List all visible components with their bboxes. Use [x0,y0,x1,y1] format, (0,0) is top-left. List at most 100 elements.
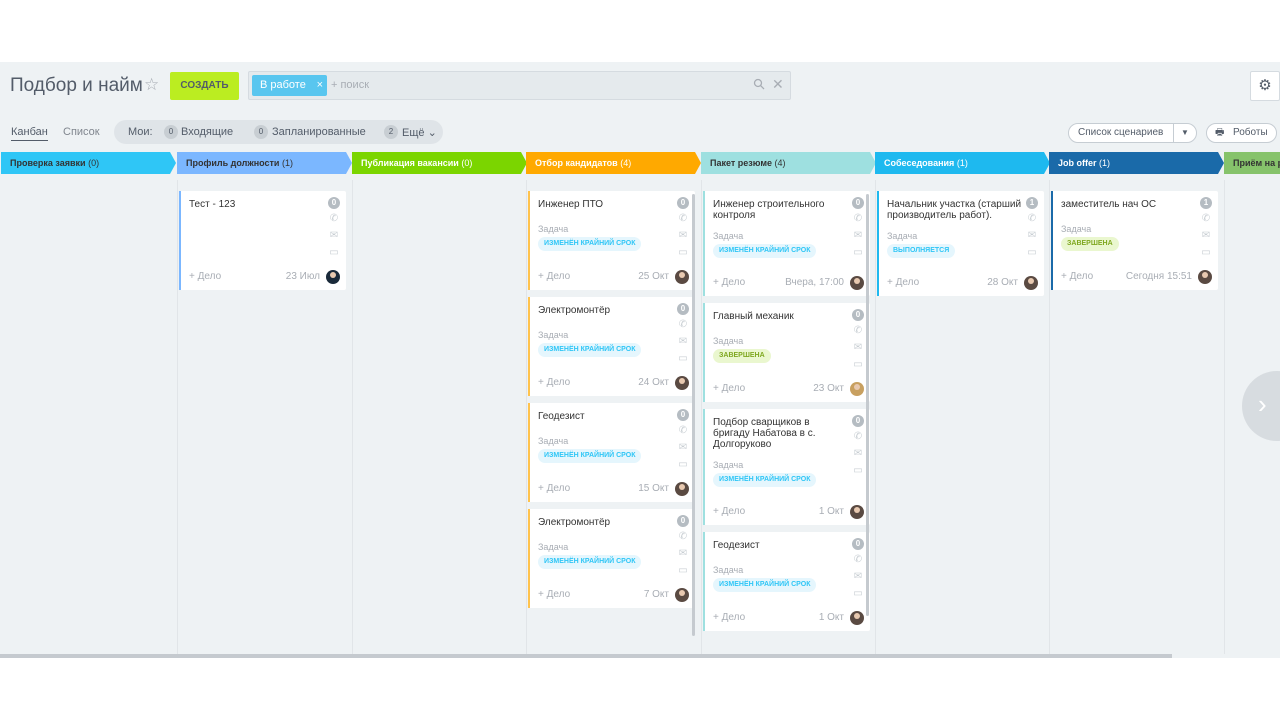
add-activity-link[interactable]: + Дело [538,271,570,282]
robots-button[interactable]: 🖶 Роботы [1206,123,1277,143]
deal-card[interactable]: Геодезист Задача ИЗМЕНЁН КРАЙНИЙ СРОК 0 … [528,403,695,502]
phone-icon[interactable]: ✆ [852,431,864,448]
mail-icon[interactable]: ✉ [852,448,864,465]
add-activity-link[interactable]: + Дело [189,271,221,282]
mail-icon[interactable]: ✉ [328,230,340,247]
card-title[interactable]: Подбор сварщиков в бригаду Набатова в с.… [713,417,848,450]
avatar[interactable] [850,505,864,519]
deal-card[interactable]: Главный механик Задача ЗАВЕРШЕНА 0 ✆ ✉ ▭ +… [703,303,870,402]
chat-icon[interactable]: ▭ [677,353,689,370]
phone-icon[interactable]: ✆ [852,325,864,342]
avatar[interactable] [326,270,340,284]
chat-icon[interactable]: ▭ [852,588,864,605]
column-header-hiring[interactable]: Приём на р [1224,152,1280,174]
chat-icon[interactable]: ▭ [677,565,689,582]
search-bar[interactable]: В работе × + поиск ✕ [248,71,791,100]
add-activity-link[interactable]: + Дело [1061,271,1093,282]
card-title[interactable]: Геодезист [538,411,673,422]
chat-icon[interactable]: ▭ [1026,247,1038,264]
add-activity-link[interactable]: + Дело [713,277,745,288]
card-title[interactable]: Начальник участка (старший производитель… [887,199,1022,221]
column-header-check[interactable]: Проверка заявки (0) [1,152,176,174]
scroll-right-icon[interactable]: › [1242,371,1280,441]
phone-icon[interactable]: ✆ [328,213,340,230]
chat-icon[interactable]: ▭ [852,247,864,264]
mail-icon[interactable]: ✉ [1026,230,1038,247]
add-activity-link[interactable]: + Дело [538,377,570,388]
column-header-selection[interactable]: Отбор кандидатов (4) [526,152,701,174]
search-input[interactable]: + поиск [331,79,369,91]
phone-icon[interactable]: ✆ [677,425,689,442]
card-title[interactable]: Инженер ПТО [538,199,673,210]
column-header-publication[interactable]: Публикация вакансии (0) [352,152,527,174]
column-header-resume[interactable]: Пакет резюме (4) [701,152,876,174]
mail-icon[interactable]: ✉ [677,336,689,353]
counter-more[interactable]: Ещё ⌄ [402,126,437,139]
card-title[interactable]: Главный механик [713,311,848,322]
mail-icon[interactable]: ✉ [852,342,864,359]
avatar[interactable] [1024,276,1038,290]
card-title[interactable]: заместитель нач ОС [1061,199,1196,210]
mail-icon[interactable]: ✉ [1200,230,1212,247]
star-icon[interactable]: ☆ [144,75,159,95]
deal-card[interactable]: Геодезист Задача ИЗМЕНЁН КРАЙНИЙ СРОК 0 … [703,532,870,631]
card-title[interactable]: Инженер строительного контроля [713,199,848,221]
deal-card[interactable]: Тест - 123 0 ✆ ✉ ▭ + Дело 23 Июл [179,191,346,290]
add-activity-link[interactable]: + Дело [713,506,745,517]
phone-icon[interactable]: ✆ [677,213,689,230]
filter-chip[interactable]: В работе × [252,75,327,96]
add-activity-link[interactable]: + Дело [538,589,570,600]
deal-card[interactable]: Электромонтёр Задача ИЗМЕНЁН КРАЙНИЙ СРО… [528,509,695,608]
counter-planned[interactable]: Запланированные [272,126,366,138]
deal-card[interactable]: Начальник участка (старший производитель… [877,191,1044,296]
remove-filter-icon[interactable]: × [317,75,323,96]
add-activity-link[interactable]: + Дело [713,612,745,623]
settings-gear-icon[interactable]: ⚙ [1250,71,1280,101]
phone-icon[interactable]: ✆ [852,554,864,571]
column-header-profile[interactable]: Профиль должности (1) [177,152,352,174]
add-activity-link[interactable]: + Дело [887,277,919,288]
avatar[interactable] [675,482,689,496]
avatar[interactable] [850,382,864,396]
add-activity-link[interactable]: + Дело [713,383,745,394]
phone-icon[interactable]: ✆ [1026,213,1038,230]
horizontal-scrollbar[interactable] [0,654,1172,658]
mail-icon[interactable]: ✉ [677,230,689,247]
column-header-interview[interactable]: Собеседования (1) [875,152,1050,174]
phone-icon[interactable]: ✆ [852,213,864,230]
counter-incoming[interactable]: Входящие [181,126,233,138]
column-header-offer[interactable]: Job offer (1) [1049,152,1224,174]
dropdown-arrow-icon[interactable]: ▼ [1181,124,1189,142]
clear-search-icon[interactable]: ✕ [772,76,784,93]
deal-card[interactable]: Электромонтёр Задача ИЗМЕНЁН КРАЙНИЙ СРО… [528,297,695,396]
tab-kanban[interactable]: Канбан [11,126,48,141]
create-button[interactable]: СОЗДАТЬ [170,72,239,100]
avatar[interactable] [850,611,864,625]
avatar[interactable] [675,376,689,390]
chat-icon[interactable]: ▭ [852,359,864,376]
mail-icon[interactable]: ✉ [852,571,864,588]
avatar[interactable] [675,270,689,284]
phone-icon[interactable]: ✆ [677,531,689,548]
card-title[interactable]: Геодезист [713,540,848,551]
phone-icon[interactable]: ✆ [1200,213,1212,230]
chat-icon[interactable]: ▭ [1200,247,1212,264]
mail-icon[interactable]: ✉ [677,442,689,459]
deal-card[interactable]: Инженер строительного контроля Задача ИЗ… [703,191,870,296]
chat-icon[interactable]: ▭ [852,465,864,482]
phone-icon[interactable]: ✆ [677,319,689,336]
mail-icon[interactable]: ✉ [677,548,689,565]
avatar[interactable] [675,588,689,602]
column-scrollbar[interactable] [692,194,695,636]
scenarios-button[interactable]: Список сценариев ▼ [1068,123,1197,143]
mail-icon[interactable]: ✉ [852,230,864,247]
card-title[interactable]: Электромонтёр [538,517,673,528]
deal-card[interactable]: заместитель нач ОС Задача ЗАВЕРШЕНА 1 ✆ ✉… [1051,191,1218,290]
avatar[interactable] [1198,270,1212,284]
card-title[interactable]: Электромонтёр [538,305,673,316]
column-scrollbar[interactable] [866,194,869,616]
chat-icon[interactable]: ▭ [677,459,689,476]
chat-icon[interactable]: ▭ [328,247,340,264]
search-icon[interactable] [753,78,765,90]
add-activity-link[interactable]: + Дело [538,483,570,494]
